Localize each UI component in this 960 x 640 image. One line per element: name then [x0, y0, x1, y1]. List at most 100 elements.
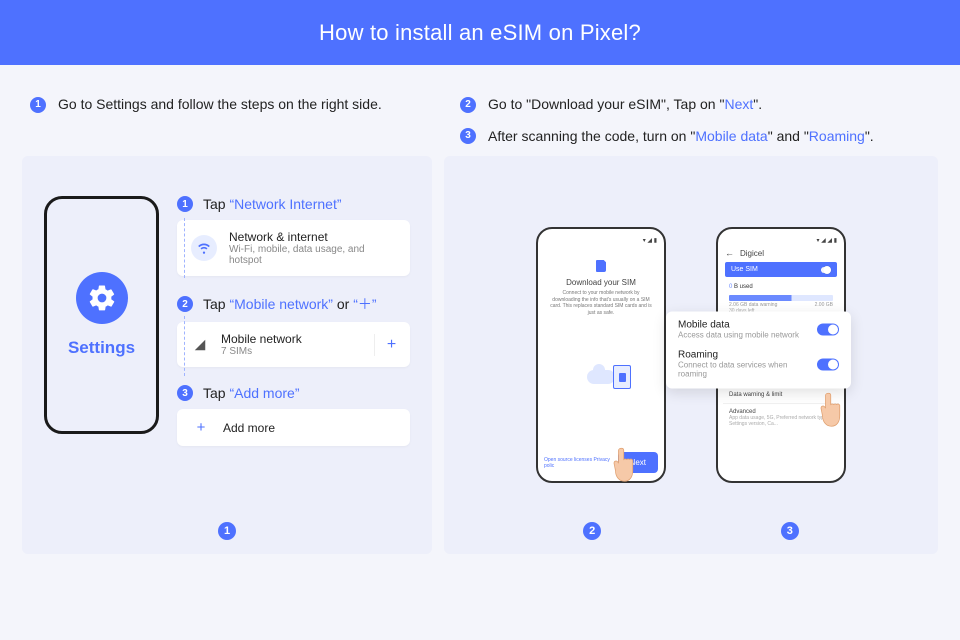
settings-phone-mock: Settings [44, 196, 159, 434]
instruction-3-post: ". [865, 128, 874, 144]
cloud-icon [587, 370, 615, 384]
wifi-icon [191, 235, 217, 261]
network-card-title: Network & internet [229, 230, 396, 244]
download-phone: ▾ ◢ ▮ Download your SIM Connect to your … [536, 227, 666, 483]
statusbar-2: ▾ ◢ ◢ ▮ [723, 235, 839, 246]
overlay-mobile-data[interactable]: Mobile data Access data using mobile net… [678, 320, 839, 340]
badge-3: 3 [460, 128, 476, 144]
plus-left-icon: + [191, 419, 211, 436]
step-3-link: “Add more” [229, 385, 299, 401]
badge-2: 2 [460, 97, 476, 113]
plus-icon[interactable]: + [374, 334, 396, 356]
sim-icon [596, 260, 606, 272]
panel-screens: ▾ ◢ ▮ Download your SIM Connect to your … [444, 156, 938, 554]
overlay-roaming-t: Roaming [678, 350, 809, 361]
use-sim-row[interactable]: Use SIM [725, 262, 837, 277]
step-1-pre: Tap [203, 196, 229, 212]
add-more-title: Add more [223, 421, 275, 435]
mobile-card-sub: 7 SIMs [221, 346, 302, 357]
step-1-text: Tap “Network Internet” [203, 196, 342, 212]
mobile-card-title: Mobile network [221, 332, 302, 346]
overlay-roaming-s: Connect to data services when roaming [678, 361, 809, 379]
back-arrow-icon[interactable]: ← [725, 248, 734, 258]
mobile-card-body: Mobile network 7 SIMs [221, 332, 302, 357]
instruction-3-mid: " and " [768, 128, 809, 144]
instruction-3-pre: After scanning the code, turn on " [488, 128, 695, 144]
add-more-card[interactable]: + Add more [177, 409, 410, 446]
next-link: Next [724, 96, 753, 112]
instruction-2-pre: Go to "Download your eSIM", Tap on " [488, 96, 724, 112]
panels-row: Settings 1 Tap “Network Internet” Networ… [0, 156, 960, 576]
step-1-badge: 1 [177, 196, 193, 212]
data-total: 2.00 GB [815, 302, 833, 308]
download-phone-wrap: ▾ ◢ ▮ Download your SIM Connect to your … [536, 227, 666, 483]
instruction-2-text: Go to "Download your eSIM", Tap on "Next… [488, 95, 762, 115]
settings-label: Settings [68, 338, 135, 358]
phone-row: ▾ ◢ ▮ Download your SIM Connect to your … [469, 186, 913, 524]
mobile-data-toggle[interactable] [817, 324, 839, 336]
step-3-head: 3 Tap “Add more” [177, 385, 410, 401]
panel-1-badge: 1 [218, 522, 236, 540]
signal-icon [191, 336, 209, 354]
status-icons-1: ▾ ◢ ▮ [643, 237, 657, 244]
step-3: 3 Tap “Add more” + Add more [177, 385, 410, 446]
step-2: 2 Tap “Mobile network” or “＋” Mobile net… [177, 294, 410, 367]
instructions-right: 2 Go to "Download your eSIM", Tap on "Ne… [460, 95, 935, 146]
overlay-roaming[interactable]: Roaming Connect to data services when ro… [678, 350, 839, 379]
download-desc: Connect to your mobile network by downlo… [543, 290, 659, 316]
instruction-1-text: Go to Settings and follow the steps on t… [58, 95, 382, 115]
hand-pointer-icon [611, 445, 641, 483]
use-sim-toggle[interactable] [821, 267, 831, 273]
panel-3-badge: 3 [781, 522, 799, 540]
step-2-badge: 2 [177, 296, 193, 312]
instruction-3-text: After scanning the code, turn on "Mobile… [488, 127, 874, 147]
step-2-mid: or [333, 296, 353, 312]
overlay-mobile-data-s: Access data using mobile network [678, 331, 799, 340]
overlay-card: Mobile data Access data using mobile net… [666, 312, 851, 389]
mobile-network-card[interactable]: Mobile network 7 SIMs + [177, 322, 410, 367]
instruction-1: 1 Go to Settings and follow the steps on… [30, 95, 430, 115]
network-internet-card[interactable]: Network & internet Wi-Fi, mobile, data u… [177, 220, 410, 276]
cloud-area [543, 352, 659, 402]
step-2-head: 2 Tap “Mobile network” or “＋” [177, 294, 410, 314]
data-used-val: 0 [729, 284, 732, 290]
instructions-row: 1 Go to Settings and follow the steps on… [0, 65, 960, 156]
panel-settings: Settings 1 Tap “Network Internet” Networ… [22, 156, 432, 554]
roaming-top: ← Digicel [723, 246, 839, 262]
instruction-3: 3 After scanning the code, turn on "Mobi… [460, 127, 935, 147]
step-3-pre: Tap [203, 385, 229, 401]
statusbar-1: ▾ ◢ ▮ [543, 235, 659, 246]
page-title: How to install an eSIM on Pixel? [319, 20, 641, 46]
instruction-2: 2 Go to "Download your eSIM", Tap on "Ne… [460, 95, 935, 115]
page-header: How to install an eSIM on Pixel? [0, 0, 960, 65]
status-left-2 [725, 237, 727, 244]
overlay-mobile-data-t: Mobile data [678, 320, 799, 331]
badge-1: 1 [30, 97, 46, 113]
download-links[interactable]: Open source licenses Privacy polic [544, 457, 618, 469]
add-more-body: Add more [223, 421, 275, 435]
step-2-pre: Tap [203, 296, 229, 312]
step-3-text: Tap “Add more” [203, 385, 300, 401]
gear-icon [76, 272, 128, 324]
carrier-title: Digicel [740, 249, 764, 258]
mobile-data-link: Mobile data [695, 128, 767, 144]
network-card-body: Network & internet Wi-Fi, mobile, data u… [229, 230, 396, 266]
roaming-link: Roaming [809, 128, 865, 144]
step-1-link: “Network Internet” [229, 196, 341, 212]
data-bar [729, 295, 833, 301]
instruction-2-post: ". [753, 96, 762, 112]
data-used-h: 0 B used [723, 281, 839, 293]
instructions-left: 1 Go to Settings and follow the steps on… [30, 95, 430, 115]
hand-pointer-icon-2 [818, 390, 848, 428]
step-1: 1 Tap “Network Internet” Network & inter… [177, 196, 410, 276]
step-2-link: “Mobile network” [229, 296, 332, 312]
step-2-text: Tap “Mobile network” or “＋” [203, 294, 377, 314]
panel-2-badge: 2 [583, 522, 601, 540]
roaming-toggle[interactable] [817, 358, 839, 370]
step-1-head: 1 Tap “Network Internet” [177, 196, 410, 212]
sim-card-icon [613, 365, 631, 389]
step-3-badge: 3 [177, 385, 193, 401]
network-card-sub: Wi-Fi, mobile, data usage, and hotspot [229, 244, 396, 266]
roaming-phone-wrap: ▾ ◢ ◢ ▮ ← Digicel Use SIM 0 B used [716, 227, 846, 483]
download-content: Download your SIM Connect to your mobile… [543, 246, 659, 402]
